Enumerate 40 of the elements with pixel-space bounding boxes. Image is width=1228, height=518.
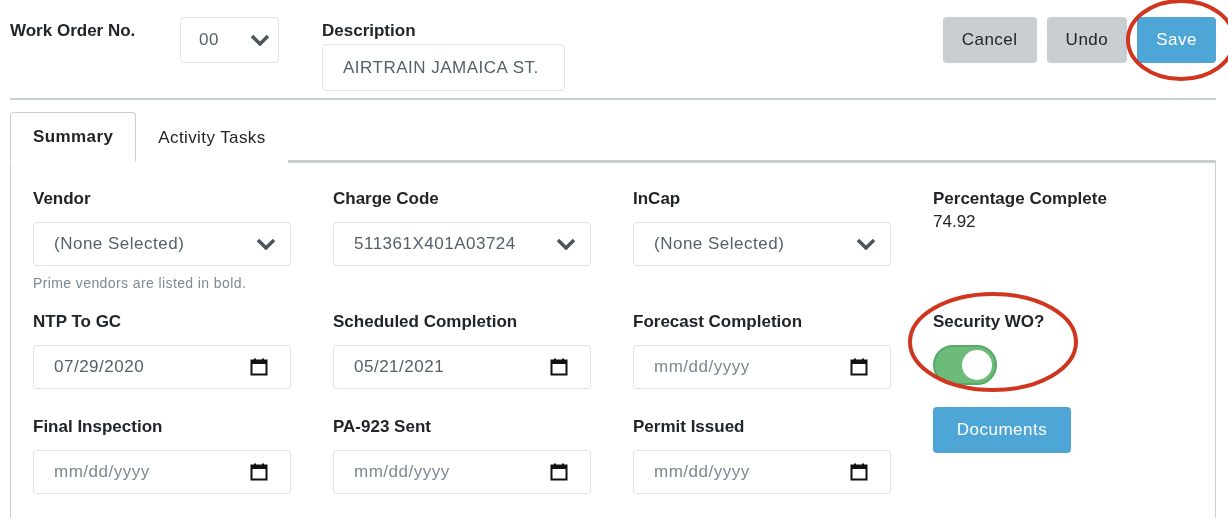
- calendar-icon[interactable]: [250, 463, 268, 481]
- field-label: Description: [322, 21, 417, 41]
- date-field[interactable]: mm/dd/yyyy: [633, 450, 891, 494]
- date-field[interactable]: mm/dd/yyyy: [333, 450, 591, 494]
- toolbar-button[interactable]: Cancel: [942, 17, 1037, 63]
- field-label: Vendor: [33, 189, 92, 209]
- toolbar-button[interactable]: Undo: [1046, 17, 1128, 63]
- chevron-down-icon: [556, 238, 576, 250]
- chevron-down-icon: [256, 238, 276, 250]
- field-label: Permit Issued: [633, 417, 746, 437]
- field-label: NTP To GC: [33, 312, 123, 332]
- date-field[interactable]: mm/dd/yyyy: [633, 345, 891, 389]
- dropdown[interactable]: (None Selected): [33, 222, 291, 266]
- dropdown[interactable]: 00: [180, 17, 279, 63]
- field-label: PA-923 Sent: [333, 417, 432, 437]
- calendar-icon[interactable]: [550, 463, 568, 481]
- description-field[interactable]: AIRTRAIN JAMAICA ST.: [322, 44, 565, 91]
- dropdown[interactable]: (None Selected): [633, 222, 891, 266]
- chevron-down-icon: [250, 34, 270, 46]
- calendar-icon[interactable]: [550, 358, 568, 376]
- tab[interactable]: Summary: [10, 112, 137, 163]
- calendar-icon[interactable]: [250, 358, 268, 376]
- toggle-switch[interactable]: [933, 345, 997, 385]
- percentage-value: 74.92: [933, 212, 977, 232]
- field-label: InCap: [633, 189, 682, 209]
- date-field[interactable]: 07/29/2020: [33, 345, 291, 389]
- field-label: Final Inspection: [33, 417, 164, 437]
- field-label: Work Order No.: [10, 21, 137, 41]
- calendar-icon[interactable]: [850, 463, 868, 481]
- help-text: Prime vendors are listed in bold.: [33, 275, 248, 291]
- field-label: Scheduled Completion: [333, 312, 519, 332]
- date-field[interactable]: 05/21/2021: [333, 345, 591, 389]
- chevron-down-icon: [856, 238, 876, 250]
- field-label: Percentage Complete: [933, 189, 1108, 209]
- field-label: Charge Code: [333, 189, 440, 209]
- date-field[interactable]: mm/dd/yyyy: [33, 450, 291, 494]
- field-label: Security WO?: [933, 312, 1046, 332]
- dropdown[interactable]: 511361X401A03724: [333, 222, 591, 266]
- field-label: Forecast Completion: [633, 312, 804, 332]
- calendar-icon[interactable]: [850, 358, 868, 376]
